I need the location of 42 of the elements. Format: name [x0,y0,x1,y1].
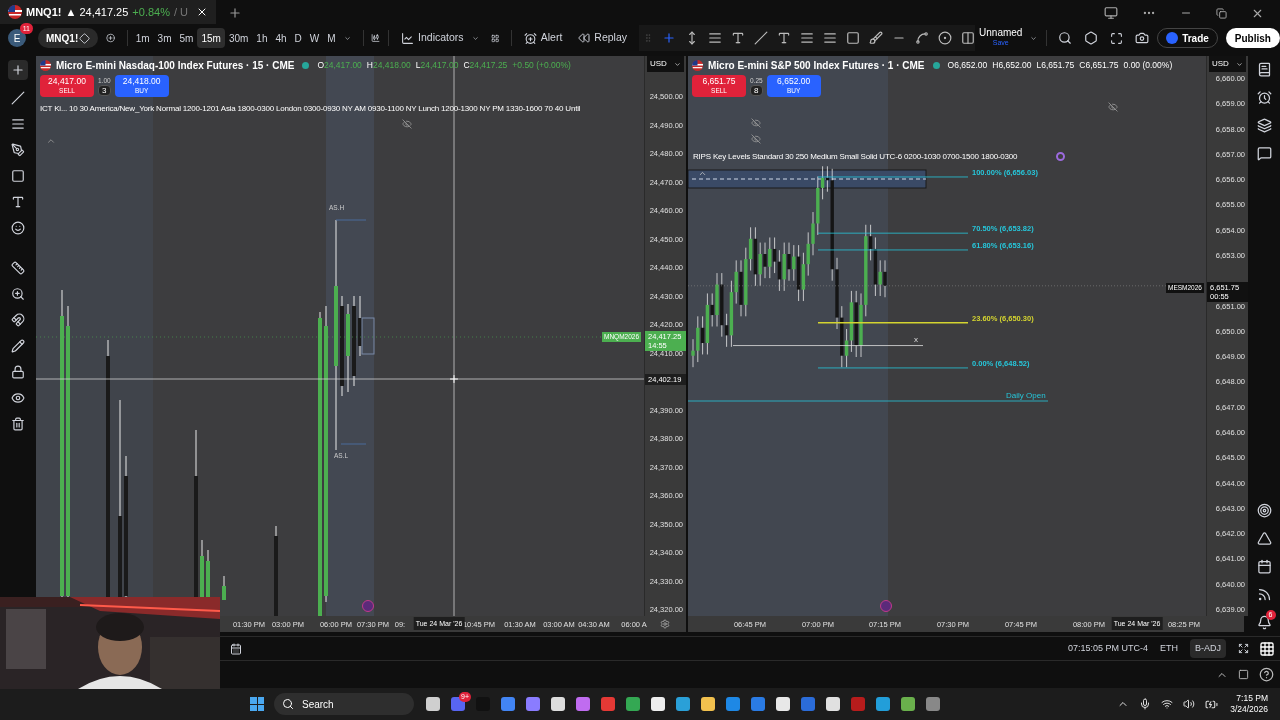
publish-button[interactable]: Publish [1225,28,1280,48]
ohlc-value: C6,651.75 [1079,59,1119,72]
ohlc-value: O24,417.00 [317,59,362,72]
chart-title[interactable]: Micro E-mini Nasdaq-100 Index Futures · 15 · CME [56,58,295,73]
symbol-search[interactable]: MNQ1! [38,28,98,48]
replay-button[interactable]: Replay [570,30,636,46]
indicators-button[interactable]: Indicators [397,30,468,46]
interval-tab[interactable]: W [305,28,324,48]
currency-dropdown[interactable]: USD [1209,56,1246,72]
daily-open-label: Daily Open [1006,390,1046,402]
interval-tab[interactable]: M [323,28,340,48]
interval-tab[interactable]: 4h [271,28,291,48]
interval-tab[interactable]: 15m [197,28,225,48]
adjustment-toggle[interactable]: B-ADJ [1190,638,1226,659]
change-value: 0.00 (0.00%) [1123,59,1173,72]
ohlc-value: L24,417.00 [415,59,459,72]
interval-tab[interactable]: D [290,28,306,48]
currency-dropdown[interactable]: USD [647,56,684,72]
ohlc-value: O6,652.00 [947,59,988,72]
ohlc-value: L6,651.75 [1036,59,1075,72]
alert-button[interactable]: Alert [515,30,571,46]
ohlc-value: H6,652.00 [992,59,1032,72]
indicator-legend[interactable]: ICT Ki... 10 30 America/New_York Normal 1200-1201 Asia 1800-0300 London 0300-0930 NY AM 0930-1100 NY Lunch 1200-1300 NY PM 1330-1600 70 40 Until [40,103,581,115]
interval-tab[interactable]: 30m [224,28,253,48]
interval-tab[interactable]: 3m [153,28,176,48]
spread-value: 8 [750,85,763,96]
interval-tab[interactable]: 1m [131,28,154,48]
remove-marker[interactable]: x [914,333,918,346]
chart-title[interactable]: Micro E-mini S&P 500 Index Futures · 1 · CME [708,58,925,73]
clock-date[interactable]: 3/24/2026 [1230,704,1268,715]
ohlc-value: C24,417.25 [463,59,508,72]
change-value: +0.50 (+0.00%) [512,59,571,72]
clock-time[interactable]: 7:15 PM [1236,693,1268,704]
indicator-legend[interactable]: RIPS Key Levels Standard 30 250 Medium Small Solid UTC-6 0200-1030 0700-1500 1800-0300 [693,151,1018,163]
session-toggle[interactable]: ETH [1160,641,1178,656]
browser-tab[interactable]: MNQ1! ▲ 24,417.25 +0.84% / U [0,0,217,24]
interval-tab[interactable]: 1h [252,28,272,48]
spread-value: 3 [98,85,111,96]
interval-tab[interactable]: 5m [175,28,198,48]
clock-time: 07:15:05 PM UTC-4 [1067,641,1148,655]
ohlc-value: H24,418.00 [366,59,411,72]
search-field[interactable]: Search [274,693,414,715]
